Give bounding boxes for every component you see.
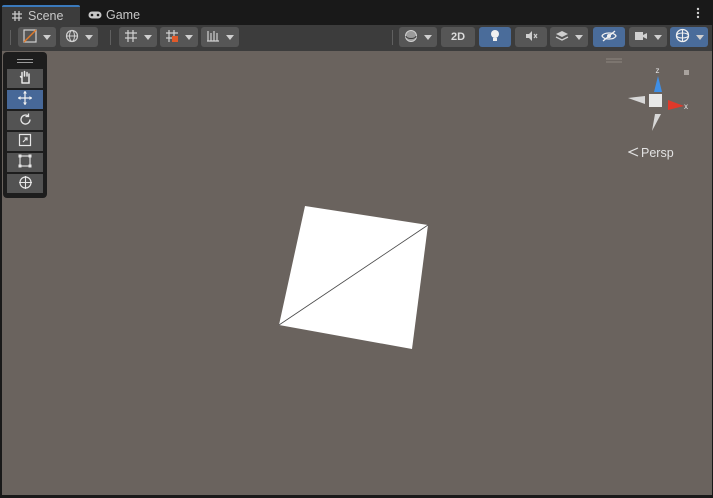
gizmo-x-axis-cone bbox=[668, 100, 684, 110]
gizmo-negative-x-cone bbox=[628, 96, 645, 104]
layers-icon bbox=[555, 29, 569, 46]
grid-hash-icon bbox=[10, 9, 24, 23]
shading-dropdown[interactable] bbox=[399, 27, 437, 47]
gizmo-globe-icon bbox=[675, 28, 690, 46]
draw-mode-dropdown[interactable] bbox=[18, 27, 56, 47]
move-tool-button[interactable] bbox=[7, 90, 43, 109]
render-mode-dropdown[interactable] bbox=[60, 27, 98, 47]
tab-scene[interactable]: Scene bbox=[2, 5, 80, 25]
chevron-down-icon bbox=[43, 34, 51, 40]
globe-icon bbox=[65, 29, 79, 46]
lightbulb-icon bbox=[489, 29, 501, 46]
move-arrows-icon bbox=[17, 90, 33, 109]
tab-game[interactable]: Game bbox=[80, 5, 150, 25]
tab-game-label: Game bbox=[106, 8, 141, 22]
camera-icon bbox=[634, 30, 648, 45]
hand-icon bbox=[18, 70, 32, 87]
mode-2d-label: 2D bbox=[450, 31, 466, 43]
eye-hidden-icon bbox=[601, 30, 617, 45]
rect-tool-button[interactable] bbox=[7, 153, 43, 172]
hand-tool-button[interactable] bbox=[7, 69, 43, 88]
audio-toggle[interactable] bbox=[515, 27, 547, 47]
toolbar-separator bbox=[110, 30, 111, 45]
rotate-tool-button[interactable] bbox=[7, 111, 43, 130]
rotate-icon bbox=[18, 112, 33, 130]
projection-label: Persp bbox=[641, 146, 674, 160]
chevron-down-icon bbox=[185, 34, 193, 40]
projection-toggle[interactable]: Persp bbox=[627, 146, 674, 160]
camera-dropdown[interactable] bbox=[629, 27, 667, 47]
perspective-icon bbox=[627, 146, 639, 160]
scale-icon bbox=[18, 133, 32, 150]
grid-icon bbox=[124, 29, 138, 46]
scene-visibility-toggle[interactable] bbox=[593, 27, 625, 47]
gizmo-y-axis-cone bbox=[654, 76, 662, 92]
scale-tool-button[interactable] bbox=[7, 132, 43, 151]
gizmo-y-label: z bbox=[656, 66, 660, 75]
mode-2d-toggle[interactable]: 2D bbox=[441, 27, 475, 47]
more-options-icon[interactable] bbox=[693, 6, 703, 20]
panel-grip bbox=[17, 62, 33, 63]
gamepad-icon bbox=[88, 8, 102, 22]
scene-toolbar: 2D bbox=[2, 25, 712, 52]
chevron-down-icon bbox=[575, 34, 583, 40]
grid-snapping-dropdown[interactable] bbox=[160, 27, 198, 47]
scene-viewport[interactable] bbox=[2, 51, 712, 495]
transform-tool-button[interactable] bbox=[7, 174, 43, 193]
chevron-down-icon bbox=[144, 34, 152, 40]
ruler-icon bbox=[206, 29, 220, 46]
tools-overlay bbox=[3, 52, 47, 198]
orientation-gizmo[interactable]: z x bbox=[620, 64, 696, 134]
effects-dropdown[interactable] bbox=[550, 27, 588, 47]
rect-transform-icon bbox=[18, 154, 32, 171]
gizmo-x-label: x bbox=[684, 102, 688, 111]
gizmo-lock-icon bbox=[684, 70, 689, 75]
gizmos-dropdown[interactable] bbox=[670, 27, 708, 47]
panel-grip[interactable] bbox=[17, 59, 33, 60]
chevron-down-icon bbox=[226, 34, 234, 40]
toolbar-separator bbox=[10, 30, 11, 45]
increment-snapping-dropdown[interactable] bbox=[201, 27, 239, 47]
chevron-down-icon bbox=[695, 34, 704, 40]
gizmo-negative-y-cone bbox=[652, 114, 661, 131]
shaded-mode-icon bbox=[23, 28, 37, 46]
sphere-icon bbox=[404, 29, 418, 46]
chevron-down-icon bbox=[424, 34, 432, 40]
gizmo-center-cube bbox=[649, 94, 662, 107]
toolbar-separator bbox=[392, 30, 393, 45]
chevron-down-icon bbox=[85, 34, 93, 40]
tab-bar: Scene Game bbox=[0, 0, 713, 25]
grid-visibility-dropdown[interactable] bbox=[119, 27, 157, 47]
transform-icon bbox=[18, 175, 33, 193]
tab-scene-label: Scene bbox=[28, 9, 64, 23]
speaker-muted-icon bbox=[524, 29, 538, 46]
chevron-down-icon bbox=[654, 34, 662, 40]
grid-snap-icon bbox=[165, 29, 179, 46]
lighting-toggle[interactable] bbox=[479, 27, 511, 47]
